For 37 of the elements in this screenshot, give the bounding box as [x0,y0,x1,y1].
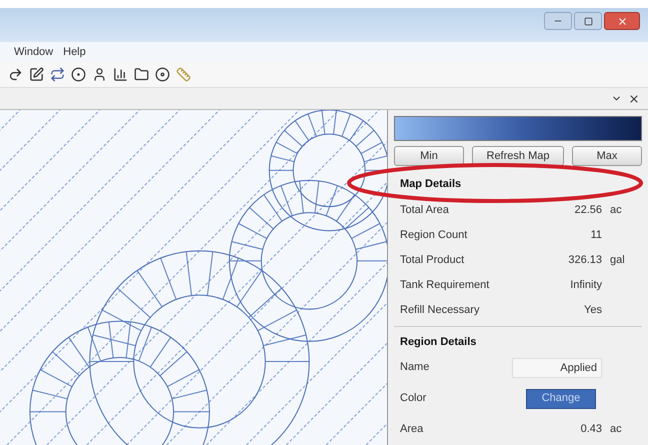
name-field[interactable]: Applied [512,358,602,378]
section-heading: Map Details [400,177,462,192]
menu-item[interactable]: Window [14,44,54,60]
redo-icon[interactable] [8,67,23,82]
detail-label: Tank Requirement [400,278,490,294]
detail-label: Refill Necessary [400,303,480,318]
disc-icon[interactable] [155,67,170,82]
person-icon[interactable] [92,67,107,82]
section-heading: Region Details [400,335,478,350]
detail-label: Total Product [400,253,466,268]
map-button[interactable]: Max [572,146,642,166]
detail-unit: gal [609,253,626,268]
detail-label: Color [400,391,428,406]
detail-label: Total Area [400,203,450,218]
change-color-button[interactable]: Change [526,388,596,408]
map-button[interactable]: Min [394,146,464,166]
detail-value: Infinity [569,278,602,294]
detail-unit: ac [609,422,623,438]
detail-label: Area [400,422,424,438]
detail-value: 22.56 [573,203,602,218]
maximize-icon [584,16,592,26]
close-icon [616,16,628,26]
edit-icon[interactable] [29,67,44,82]
detail-value: Yes [583,303,602,318]
bar-chart-icon[interactable] [113,67,128,82]
detail-unit: ac [609,203,623,218]
close-button[interactable] [604,12,640,30]
detail-value: 11 [590,228,602,244]
detail-label: Name [400,360,430,376]
detail-label: Region Count [400,228,468,244]
close-icon[interactable] [628,92,640,104]
menu-item[interactable]: Help [63,44,86,60]
detail-value: 326.13 [567,253,602,268]
folder-icon[interactable] [134,67,149,82]
swap-icon[interactable] [50,67,65,82]
maximize-button[interactable] [574,12,602,30]
detail-value: 0.43 [580,422,602,438]
